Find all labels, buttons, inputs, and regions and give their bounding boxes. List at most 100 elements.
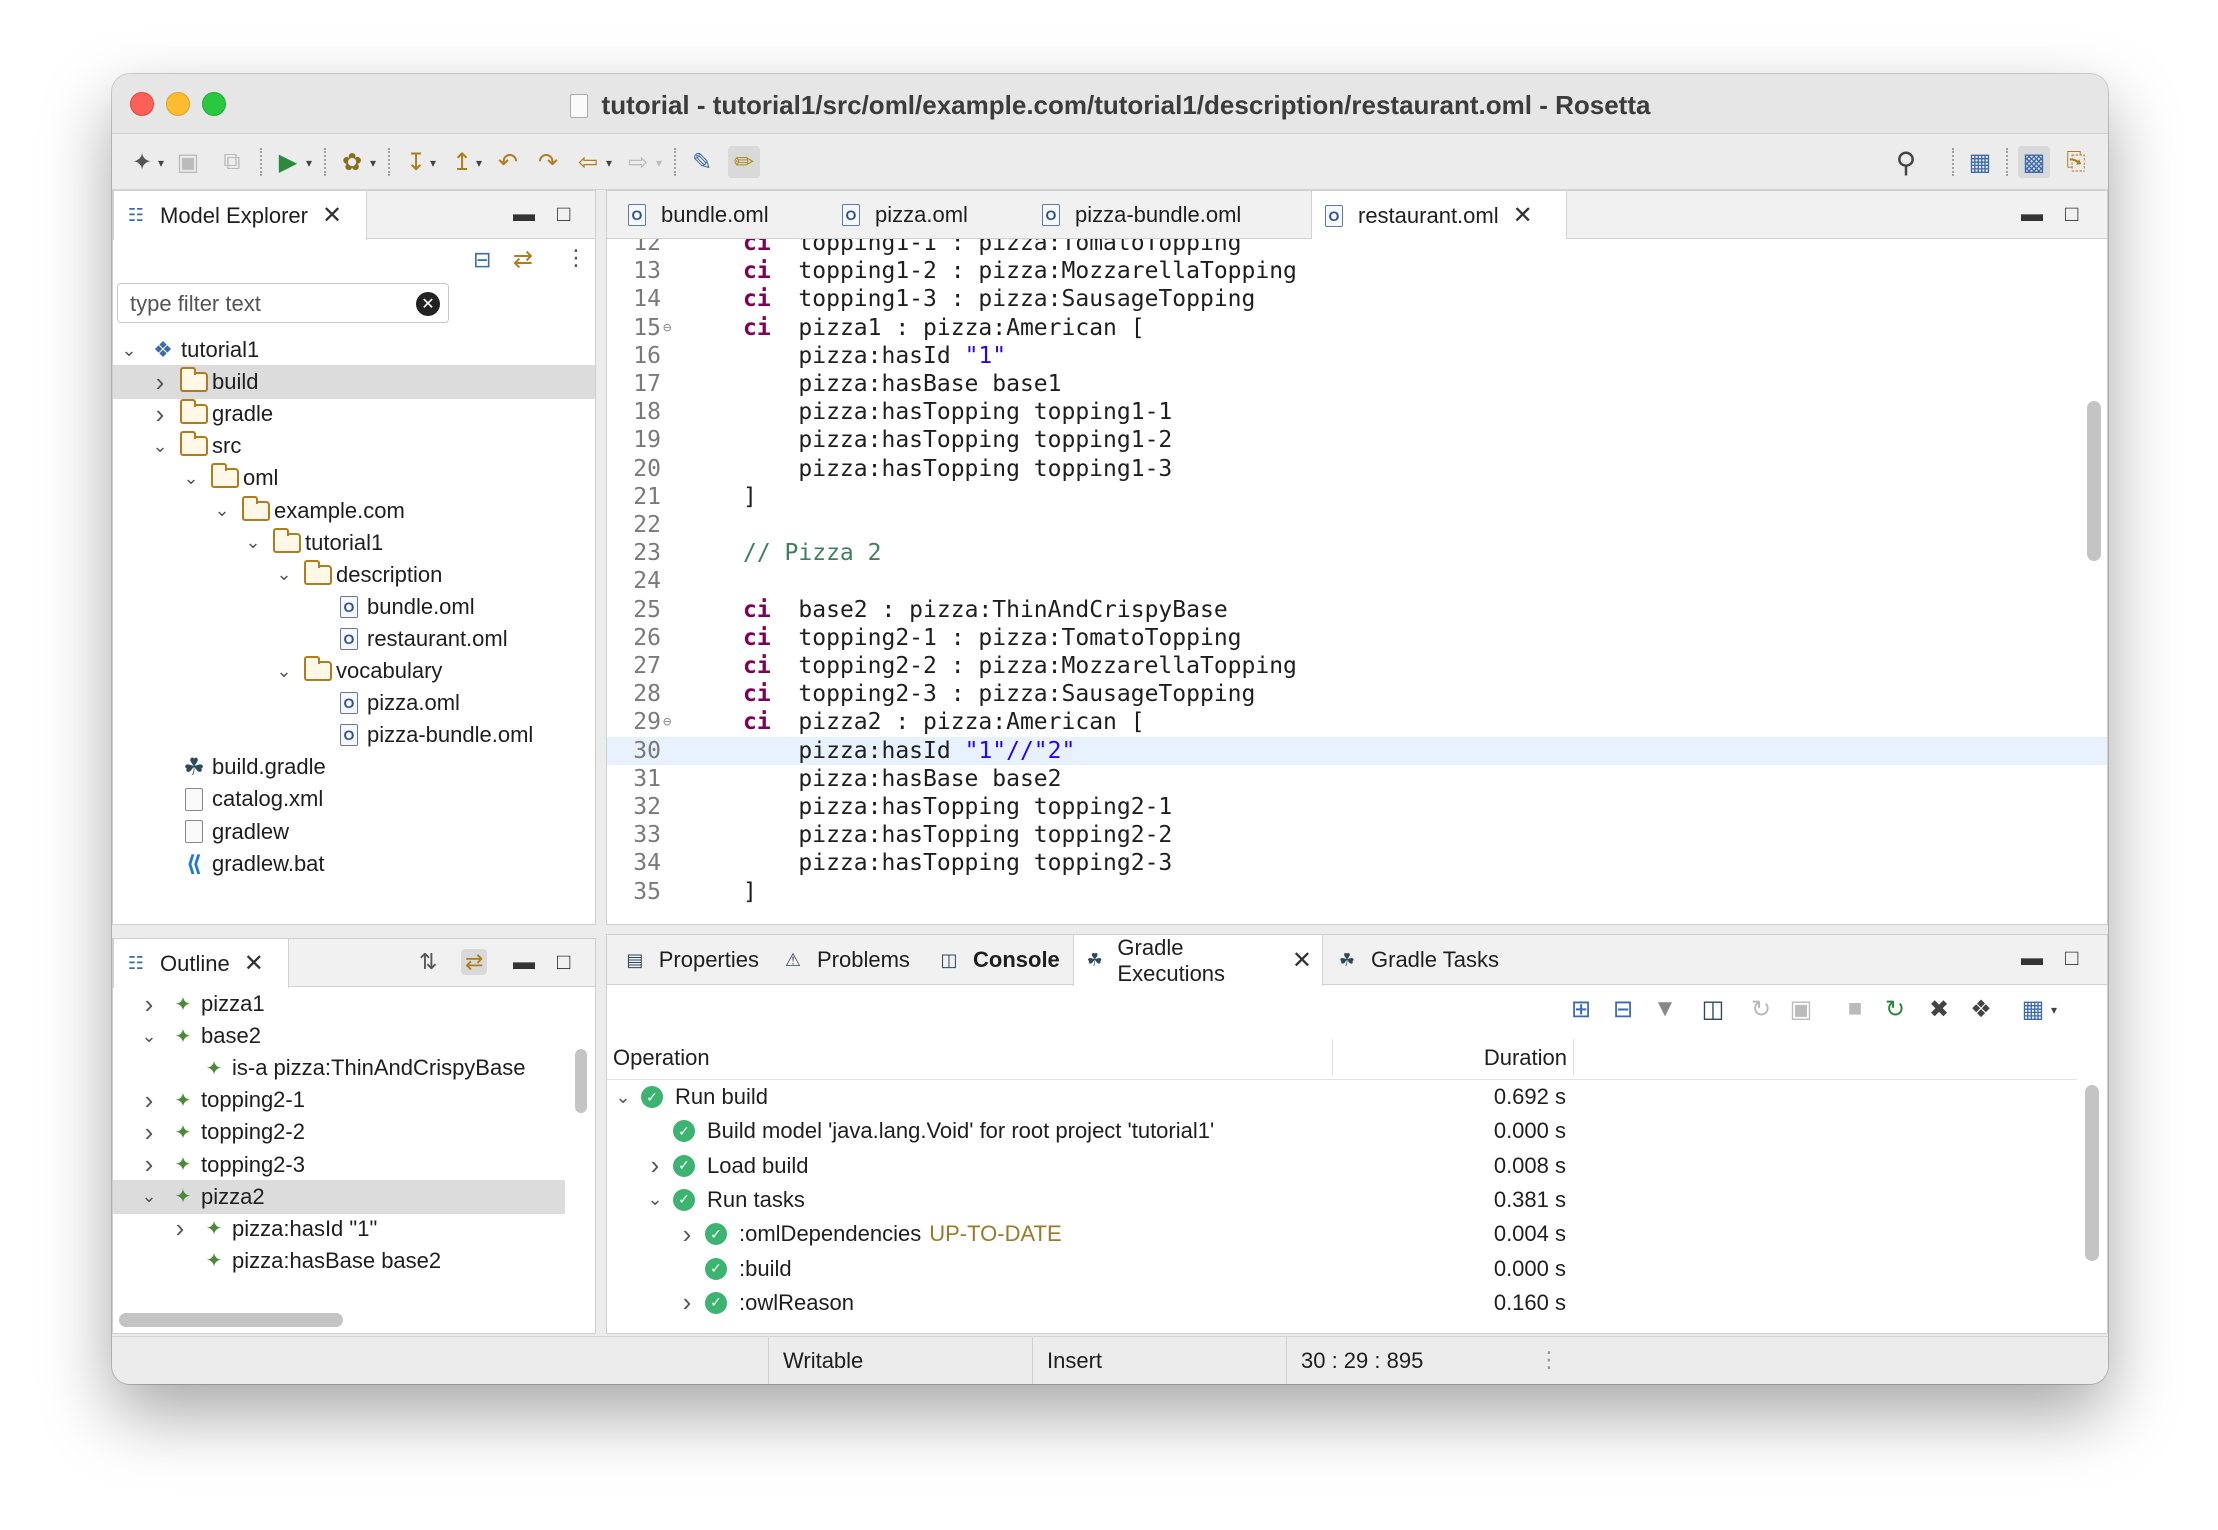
chevron-right-icon[interactable]: › xyxy=(139,989,159,1020)
run-icon[interactable]: ▶ xyxy=(272,146,304,178)
operation-row[interactable]: ✓ Build model 'java.lang.Void' for root p… xyxy=(607,1114,2077,1148)
tab-bottom-view[interactable]: ▤ Properties xyxy=(613,935,769,985)
previous-annotation-dropdown-icon[interactable]: ▾ xyxy=(476,156,482,170)
maximize-icon[interactable]: □ xyxy=(2065,201,2078,227)
remove-execution-icon[interactable]: ✖ xyxy=(1923,993,1955,1025)
tree-item[interactable]: Opizza-bundle.oml xyxy=(113,718,595,752)
chevron-down-icon[interactable]: ⌄ xyxy=(150,436,170,457)
tab-bottom-view[interactable]: ⚠ Problems xyxy=(771,935,925,985)
close-icon[interactable]: ✕ xyxy=(322,201,342,230)
column-duration[interactable]: Duration xyxy=(1437,1045,1567,1071)
outline-vertical-scrollbar[interactable] xyxy=(575,1049,587,1113)
tree-item[interactable]: Opizza.oml xyxy=(113,686,595,720)
rerun-icon[interactable]: ↻ xyxy=(1879,993,1911,1025)
code-editor[interactable]: 12 ci topping1-1 : pizza:TomatoTopping 13 c… xyxy=(607,239,2107,924)
minimize-icon[interactable]: ▬ xyxy=(2021,201,2043,227)
tab-editor-file[interactable]: Opizza.oml xyxy=(829,191,1019,239)
show-console-icon[interactable]: ◫ xyxy=(1697,993,1729,1025)
chevron-down-icon[interactable]: ⌄ xyxy=(139,1026,159,1047)
minimize-icon[interactable]: ▬ xyxy=(513,949,535,975)
open-perspective-icon[interactable]: ▦ xyxy=(1964,146,1996,178)
previous-annotation-icon[interactable]: ↥ xyxy=(446,146,478,178)
rerun-failed-icon[interactable]: ↻ xyxy=(1745,993,1777,1025)
chevron-right-icon[interactable]: › xyxy=(139,1117,159,1148)
chevron-down-icon[interactable]: ⌄ xyxy=(119,340,139,361)
display-selected-dropdown-icon[interactable]: ▾ xyxy=(2051,1003,2057,1017)
outline-item[interactable]: › ✦ topping2-2 xyxy=(113,1115,565,1149)
outline-item[interactable]: ✦ is-a pizza:ThinAndCrispyBase xyxy=(113,1051,565,1085)
outline-item[interactable]: › ✦ pizza1 xyxy=(113,987,565,1021)
outline-item[interactable]: ⌄ ✦ base2 xyxy=(113,1019,565,1053)
chevron-down-icon[interactable]: ⌄ xyxy=(274,564,294,585)
operation-row[interactable]: › ✓:omlDependencies UP-TO-DATE 0.004 s xyxy=(607,1217,2077,1251)
tree-item[interactable]: ⌄ vocabulary xyxy=(113,654,595,688)
chevron-down-icon[interactable]: ⌄ xyxy=(243,532,263,553)
chevron-down-icon[interactable]: ⌄ xyxy=(181,468,201,489)
chevron-right-icon[interactable]: › xyxy=(170,1213,190,1244)
forward-icon[interactable]: ⇨ xyxy=(622,146,654,178)
view-menu-icon[interactable]: ⋮ xyxy=(565,245,587,271)
outline-item[interactable]: ⌄ ✦ pizza2 xyxy=(113,1179,565,1214)
tab-editor-file[interactable]: Orestaurant.oml ✕ xyxy=(1311,191,1567,240)
run-dropdown-icon[interactable]: ▾ xyxy=(306,156,312,170)
wizard-dropdown-icon[interactable]: ▾ xyxy=(370,156,376,170)
tab-bottom-view[interactable]: ◫ Console xyxy=(927,935,1071,985)
save-icon[interactable]: ▣ xyxy=(172,146,204,178)
tree-item[interactable]: gradlew xyxy=(113,815,595,849)
outline-item[interactable]: › ✦ topping2-3 xyxy=(113,1148,565,1182)
operation-row[interactable]: ⌄ ✓ Run tasks 0.381 s xyxy=(607,1183,2077,1217)
tab-editor-file[interactable]: Obundle.oml xyxy=(615,191,815,239)
close-icon[interactable]: ✕ xyxy=(1513,201,1533,230)
chevron-right-icon[interactable]: › xyxy=(150,399,170,430)
minimize-icon[interactable]: ▬ xyxy=(2021,945,2043,971)
git-perspective-icon[interactable]: ⎘ xyxy=(2060,146,2092,178)
tree-item[interactable]: ⌄ tutorial1 xyxy=(113,526,595,560)
column-operation[interactable]: Operation xyxy=(613,1045,710,1071)
tree-item[interactable]: Obundle.oml xyxy=(113,590,595,624)
toggle-mark-occurrences-icon[interactable]: ✏ xyxy=(728,146,760,178)
chevron-down-icon[interactable]: ⌄ xyxy=(212,500,232,521)
back-icon[interactable]: ⇦ xyxy=(572,146,604,178)
chevron-down-icon[interactable]: ⌄ xyxy=(613,1087,633,1108)
display-selected-icon[interactable]: ▦ xyxy=(2017,993,2049,1025)
editor-vertical-scrollbar[interactable] xyxy=(2087,401,2101,561)
save-all-icon[interactable]: ⧉ xyxy=(216,146,248,178)
fold-toggle-icon[interactable]: ⊖ xyxy=(663,320,671,336)
stop-icon[interactable]: ■ xyxy=(1839,993,1871,1025)
next-annotation-icon[interactable]: ↧ xyxy=(400,146,432,178)
tree-item[interactable]: ☘ build.gradle xyxy=(113,750,595,784)
link-with-editor-icon[interactable]: ⇄ xyxy=(513,245,533,274)
status-menu-icon[interactable]: ⋮ xyxy=(1538,1347,1560,1373)
tree-item[interactable]: › gradle xyxy=(113,397,595,431)
tab-outline[interactable]: ☷ Outline ✕ xyxy=(113,939,289,988)
last-edit-icon[interactable]: ↶ xyxy=(492,146,524,178)
tree-item[interactable]: ⌄ src xyxy=(113,429,595,463)
filter-icon[interactable]: ▼ xyxy=(1649,993,1681,1025)
forward-edit-icon[interactable]: ↷ xyxy=(532,146,564,178)
tab-bottom-view[interactable]: ☘ Gradle Tasks xyxy=(1325,935,1535,985)
outline-item[interactable]: › ✦ pizza:hasId "1" xyxy=(113,1212,565,1246)
focus-icon[interactable]: ▣ xyxy=(1785,993,1817,1025)
outline-item[interactable]: ✦ pizza:hasBase base2 xyxy=(113,1244,565,1278)
chevron-right-icon[interactable]: › xyxy=(150,367,170,398)
chevron-down-icon[interactable]: ⌄ xyxy=(139,1186,159,1207)
tree-item[interactable]: › build xyxy=(113,365,595,400)
chevron-right-icon[interactable]: › xyxy=(677,1219,697,1250)
maximize-icon[interactable]: □ xyxy=(557,201,570,227)
clear-filter-icon[interactable]: ✕ xyxy=(416,292,440,316)
remove-all-executions-icon[interactable]: ❖ xyxy=(1965,993,1997,1025)
chevron-right-icon[interactable]: › xyxy=(139,1149,159,1180)
operation-row[interactable]: › ✓:owlReason 0.160 s xyxy=(607,1286,2077,1320)
wizard-icon[interactable]: ✿ xyxy=(336,146,368,178)
chevron-right-icon[interactable]: › xyxy=(645,1150,665,1181)
pin-editor-icon[interactable]: ✎ xyxy=(686,146,718,178)
tree-item[interactable]: ⟪ gradlew.bat xyxy=(113,847,595,881)
collapse-all-icon[interactable]: ⊟ xyxy=(473,247,491,273)
tree-item[interactable]: ⌄ oml xyxy=(113,461,595,495)
chevron-right-icon[interactable]: › xyxy=(139,1085,159,1116)
operation-row[interactable]: ✓:build 0.000 s xyxy=(607,1252,2077,1286)
new-dropdown-icon[interactable]: ▾ xyxy=(158,156,164,170)
collapse-all-icon[interactable]: ⊟ xyxy=(1607,993,1639,1025)
tree-item[interactable]: ⌄ example.com xyxy=(113,494,595,528)
close-icon[interactable]: ✕ xyxy=(1292,946,1312,975)
